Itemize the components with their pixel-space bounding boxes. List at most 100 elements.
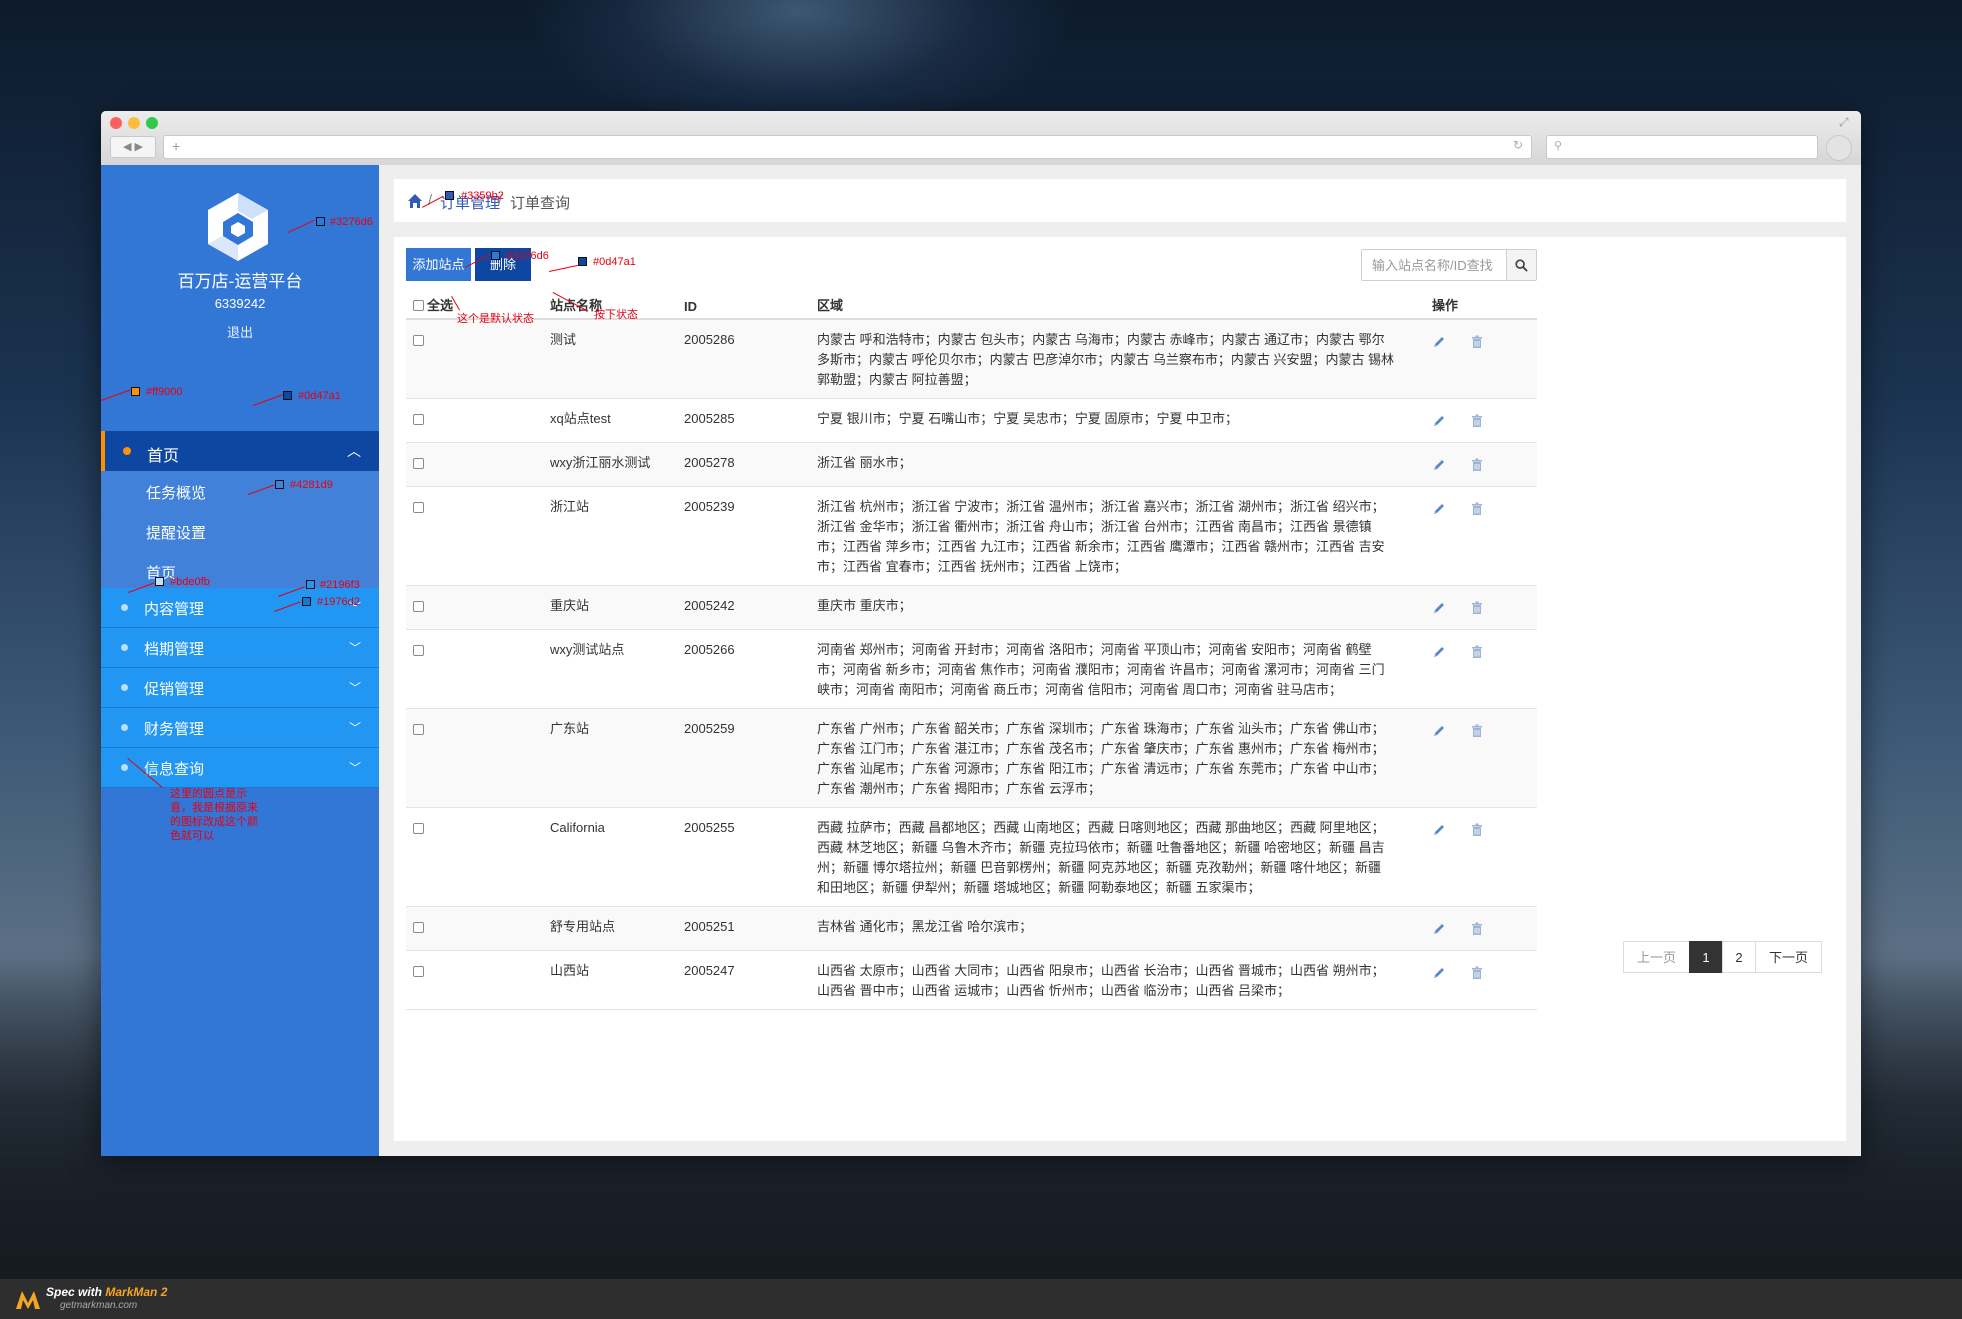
table-row: xq站点test 2005285 宁夏 银川市；宁夏 石嘴山市；宁夏 吴忠市；宁夏 … [406, 398, 1537, 443]
markman-brand: MarkMan 2 [105, 1285, 168, 1299]
station-region-cell: 宁夏 银川市；宁夏 石嘴山市；宁夏 吴忠市；宁夏 固原市；宁夏 中卫市； [817, 398, 1407, 443]
row-checkbox[interactable] [413, 414, 424, 425]
station-region-cell: 内蒙古 呼和浩特市；内蒙古 包头市；内蒙古 乌海市；内蒙古 赤峰市；内蒙古 通辽… [817, 319, 1407, 399]
home-icon[interactable] [407, 193, 423, 209]
station-name-cell: 浙江站 [550, 486, 684, 586]
table-row: 测试 2005286 内蒙古 呼和浩特市；内蒙古 包头市；内蒙古 乌海市；内蒙古 赤… [406, 319, 1537, 399]
station-region-cell: 西藏 拉萨市；西藏 昌都地区；西藏 山南地区；西藏 日喀则地区；西藏 那曲地区；… [817, 807, 1407, 907]
station-id-cell: 2005285 [684, 398, 817, 443]
pagination-next[interactable]: 下一页 [1755, 941, 1822, 973]
search-input[interactable] [1361, 249, 1527, 281]
edit-icon[interactable] [1432, 922, 1446, 936]
edit-icon[interactable] [1432, 458, 1446, 472]
trash-icon[interactable] [1470, 823, 1484, 837]
logout-link[interactable]: 退出 [101, 322, 379, 341]
markman-logo-icon [16, 1291, 40, 1309]
pagination-page-1[interactable]: 1 [1689, 941, 1723, 973]
row-checkbox[interactable] [413, 335, 424, 346]
close-window-button[interactable] [110, 117, 122, 129]
pagination-prev[interactable]: 上一页 [1623, 941, 1690, 973]
back-forward-buttons[interactable]: ◀ ▶ [110, 136, 156, 158]
chevron-down-icon: ﹀ [348, 641, 361, 655]
station-panel: 添加站点 删除 全选 站点名称 ID 区域 [394, 237, 1846, 1141]
row-checkbox[interactable] [413, 601, 424, 612]
annotation-bullet-color: #bde0fb [170, 576, 210, 588]
pagination-page-2[interactable]: 2 [1722, 941, 1756, 973]
annotation-swatch [491, 251, 500, 260]
annotation-swatch [275, 480, 284, 489]
row-checkbox[interactable] [413, 502, 424, 513]
reload-icon[interactable]: ↻ [1513, 138, 1523, 152]
header-actions: 操作 [1407, 290, 1537, 320]
sidebar-item-home[interactable]: 首页 ︿ [101, 431, 379, 471]
annotation-group-border-color: #1976d2 [317, 596, 360, 608]
row-checkbox[interactable] [413, 922, 424, 933]
submenu-item-task-overview[interactable]: 任务概览 [146, 482, 206, 503]
row-checkbox[interactable] [413, 645, 424, 656]
trash-icon[interactable] [1470, 724, 1484, 738]
row-checkbox[interactable] [413, 966, 424, 977]
sidebar-item-finance[interactable]: 财务管理 ﹀ [101, 708, 379, 748]
minimize-window-button[interactable] [128, 117, 140, 129]
bullet-icon [121, 724, 128, 731]
table-row: California 2005255 西藏 拉萨市；西藏 昌都地区；西藏 山南地区；… [406, 807, 1537, 907]
row-actions-cell [1407, 319, 1537, 399]
sidebar-item-schedule[interactable]: 档期管理 ﹀ [101, 628, 379, 668]
sidebar-item-info-query[interactable]: 信息查询 ﹀ [101, 748, 379, 788]
fullscreen-icon[interactable]: ⤢ [1839, 115, 1849, 130]
url-bar[interactable]: + ↻ [163, 135, 1532, 159]
edit-icon[interactable] [1432, 601, 1446, 615]
station-id-cell: 2005278 [684, 442, 817, 487]
trash-icon[interactable] [1470, 966, 1484, 980]
sidebar-item-promotion[interactable]: 促销管理 ﹀ [101, 668, 379, 708]
markman-spec-prefix: Spec with [46, 1285, 103, 1299]
row-checkbox[interactable] [413, 458, 424, 469]
breadcrumb-order-query: 订单查询 [510, 195, 571, 212]
trash-icon[interactable] [1470, 601, 1484, 615]
edit-icon[interactable] [1432, 645, 1446, 659]
add-station-button[interactable]: 添加站点 [406, 248, 471, 281]
sidebar-item-label: 财务管理 [144, 721, 205, 738]
new-tab-icon[interactable]: + [172, 138, 180, 154]
maximize-window-button[interactable] [146, 117, 158, 129]
edit-icon[interactable] [1432, 414, 1446, 428]
trash-icon[interactable] [1470, 645, 1484, 659]
station-id-cell: 2005259 [684, 708, 817, 808]
edit-icon[interactable] [1432, 823, 1446, 837]
trash-icon[interactable] [1470, 458, 1484, 472]
edit-icon[interactable] [1432, 966, 1446, 980]
trash-icon[interactable] [1470, 335, 1484, 349]
edit-icon[interactable] [1432, 335, 1446, 349]
browser-search-bar[interactable]: ⚲ [1546, 135, 1818, 159]
table-row: 舒专用站点 2005251 吉林省 通化市；黑龙江省 哈尔滨市； [406, 906, 1537, 951]
browser-menu-button[interactable] [1826, 135, 1852, 161]
row-checkbox[interactable] [413, 724, 424, 735]
submenu-item-reminder-settings[interactable]: 提醒设置 [146, 522, 206, 543]
station-id-cell: 2005251 [684, 906, 817, 951]
edit-icon[interactable] [1432, 724, 1446, 738]
chevron-up-icon: ︿ [347, 443, 361, 459]
sidebar-item-label: 促销管理 [144, 681, 205, 698]
sidebar-item-content[interactable]: 内容管理 ﹀ [101, 588, 379, 628]
trash-icon[interactable] [1470, 502, 1484, 516]
edit-icon[interactable] [1432, 502, 1446, 516]
breadcrumb: / 订单管理 / 订单查询 [394, 179, 1846, 222]
markman-url: getmarkman.com [60, 1300, 138, 1311]
row-actions-cell [1407, 629, 1537, 709]
row-checkbox[interactable] [413, 823, 424, 834]
row-actions-cell [1407, 442, 1537, 487]
annotation-pressed-state-note: 按下状态 [594, 309, 638, 321]
markman-spec-text: Spec with MarkMan 2 [46, 1285, 167, 1299]
row-select-cell [406, 807, 550, 907]
select-all-checkbox[interactable] [413, 300, 424, 311]
trash-icon[interactable] [1470, 922, 1484, 936]
trash-icon[interactable] [1470, 414, 1484, 428]
submenu-home: 任务概览 提醒设置 首页 [101, 471, 379, 588]
header-region: 区域 [817, 290, 1407, 320]
search-button[interactable] [1506, 249, 1537, 281]
annotation-group-color: #2196f3 [320, 579, 360, 591]
annotation-breadcrumb-color: #3359b2 [461, 190, 504, 202]
station-id-cell: 2005266 [684, 629, 817, 709]
row-select-cell [406, 585, 550, 630]
row-select-cell [406, 708, 550, 808]
